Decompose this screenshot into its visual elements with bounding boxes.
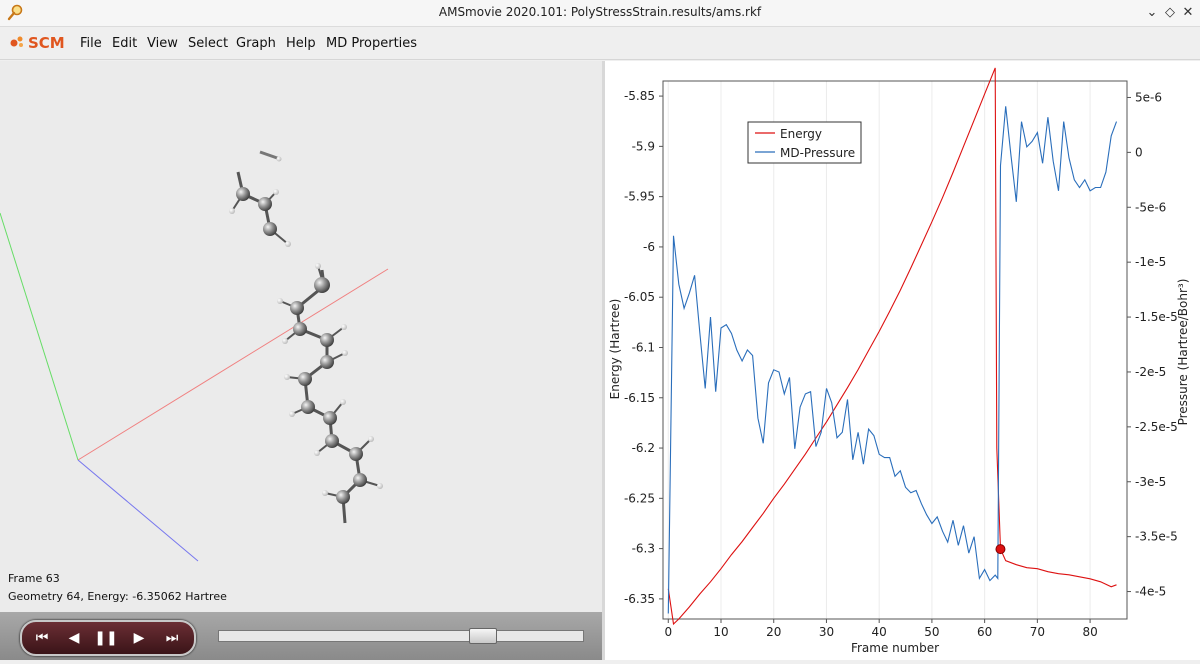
skip-to-end-icon: ⏭ (165, 630, 179, 646)
y-tick-label: -6.1 (632, 340, 655, 354)
legend-energy-label: Energy (780, 127, 822, 141)
y2-axis-label: Pressure (Hartree/Bohr³) (1176, 279, 1190, 426)
x-tick-label: 0 (664, 625, 672, 639)
y2-tick-label: 0 (1135, 145, 1143, 159)
menu-help[interactable]: Help (286, 36, 316, 51)
molecule-viewer[interactable]: Frame 63 Geometry 64, Energy: -6.35062 H… (0, 61, 602, 612)
y2-tick-label: -4e-5 (1135, 585, 1166, 599)
first-frame-button[interactable]: ⏮ (28, 627, 56, 649)
molecule-scene[interactable] (0, 61, 602, 612)
geometry-energy-label: Geometry 64, Energy: -6.35062 Hartree (8, 590, 227, 603)
title-bar: AMSmovie 2020.101: PolyStressStrain.resu… (0, 0, 1200, 27)
x-tick-label: 80 (1082, 625, 1097, 639)
y2-tick-label: -5e-6 (1135, 200, 1166, 214)
scm-logo-icon (10, 36, 23, 47)
restore-icon: ◇ (1165, 5, 1175, 20)
pressure-series-line (667, 106, 1118, 614)
polymer-fragment-small[interactable] (229, 150, 291, 247)
next-frame-button[interactable]: ▶ (125, 627, 153, 649)
window-title: AMSmovie 2020.101: PolyStressStrain.resu… (438, 5, 762, 19)
y-tick-label: -6 (643, 240, 655, 254)
play-backward-icon: ◀ (68, 630, 80, 646)
menu-file[interactable]: File (80, 36, 102, 51)
legend-pressure-label: MD-Pressure (780, 146, 855, 160)
close-button[interactable]: ✕ (1178, 3, 1198, 23)
y-tick-label: -6.35 (624, 592, 655, 606)
menu-select[interactable]: Select (188, 36, 228, 51)
pause-icon: ❚❚ (94, 630, 118, 646)
graph-pane[interactable]: 0 10 20 30 40 50 60 70 80 -5.85 -5.9 -5.95 -6 -6.05 -… (605, 61, 1200, 660)
y2-tick-label: -2e-5 (1135, 365, 1166, 379)
scm-logo: SCM (10, 34, 65, 54)
last-frame-button[interactable]: ⏭ (158, 627, 186, 649)
maximize-button[interactable]: ◇ (1160, 3, 1180, 23)
z-axis-line (77, 459, 199, 562)
y-tick-label: -6.3 (632, 542, 655, 556)
minimize-button[interactable]: ⌄ (1142, 3, 1162, 23)
y-tick-label: -6.2 (632, 441, 655, 455)
skip-to-start-icon: ⏮ (35, 630, 49, 646)
x-tick-label: 60 (977, 625, 992, 639)
y-tick-label: -5.85 (624, 89, 655, 103)
y2-tick-label: -3.5e-5 (1135, 530, 1178, 544)
y-axis-line (0, 212, 79, 461)
x-tick-label: 40 (872, 625, 887, 639)
x-axis-label: Frame number (851, 641, 939, 655)
y2-tick-label: -1.5e-5 (1135, 310, 1178, 324)
player-controls: ⏮ ◀ ❚❚ ▶ ⏭ (20, 620, 196, 656)
y-tick-label: -6.15 (624, 391, 655, 405)
energy-pressure-chart[interactable]: 0 10 20 30 40 50 60 70 80 -5.85 -5.9 -5.95 -6 -6.05 -… (605, 61, 1200, 660)
chevron-down-icon: ⌄ (1146, 5, 1158, 20)
x-axis-line (77, 268, 389, 461)
x-tick-label: 70 (1030, 625, 1045, 639)
previous-frame-button[interactable]: ◀ (60, 627, 88, 649)
frame-slider-handle[interactable] (469, 628, 497, 644)
y2-tick-label: -2.5e-5 (1135, 420, 1178, 434)
menu-graph[interactable]: Graph (236, 36, 276, 51)
plot-frame (662, 80, 1128, 620)
scm-logo-text: SCM (28, 34, 65, 52)
y-tick-label: -5.95 (624, 190, 655, 204)
chart-legend: Energy MD-Pressure (747, 121, 862, 164)
x-tick-label: 30 (819, 625, 834, 639)
close-icon: ✕ (1182, 5, 1194, 20)
x-tick-label: 50 (924, 625, 939, 639)
current-frame-marker (995, 544, 1006, 555)
menu-edit[interactable]: Edit (112, 36, 137, 51)
menu-view[interactable]: View (147, 36, 178, 51)
y-tick-label: -6.25 (624, 491, 655, 505)
y-axis-label: Energy (Hartree) (608, 299, 622, 400)
polymer-chain-main[interactable] (277, 263, 383, 524)
menu-bar: SCM File Edit View Select Graph Help MD … (0, 27, 1200, 60)
play-forward-icon: ▶ (133, 630, 145, 646)
y-tick-label: -5.9 (632, 139, 655, 153)
playback-bar: ⏮ ◀ ❚❚ ▶ ⏭ (0, 612, 602, 660)
y-tick-label: -6.05 (624, 290, 655, 304)
y2-tick-label: 5e-6 (1135, 90, 1162, 104)
y2-tick-label: -1e-5 (1135, 255, 1166, 269)
pause-button[interactable]: ❚❚ (92, 627, 120, 649)
x-tick-label: 10 (713, 625, 728, 639)
frame-slider[interactable] (218, 628, 584, 644)
frame-label: Frame 63 (8, 572, 60, 585)
y2-tick-label: -3e-5 (1135, 475, 1166, 489)
menu-md-properties[interactable]: MD Properties (326, 36, 417, 51)
x-tick-label: 20 (766, 625, 781, 639)
